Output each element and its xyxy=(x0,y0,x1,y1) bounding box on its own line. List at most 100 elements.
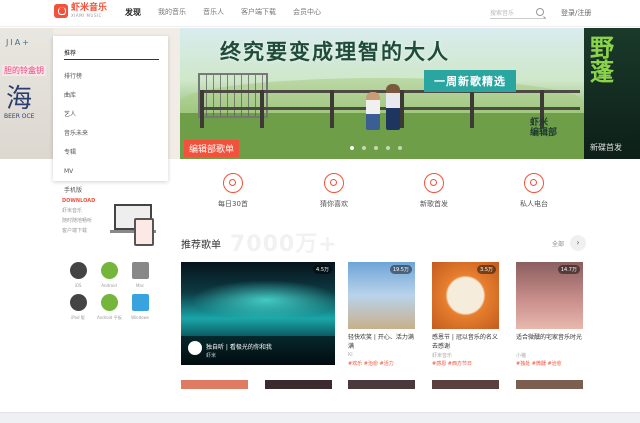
banner-next-title: 野 蓬 xyxy=(590,33,614,86)
play-count: 19.5万 xyxy=(389,265,412,274)
playlist-cover: 19.5万 xyxy=(348,262,415,329)
carousel-dot[interactable] xyxy=(362,146,366,150)
banner-prev-en: JIA+ xyxy=(6,38,31,47)
playlist-title: 适合微醺的宅家音乐时光 xyxy=(516,334,583,341)
view-all-link[interactable]: 全部 xyxy=(552,239,564,248)
nav-vip[interactable]: 会员中心 xyxy=(293,7,321,18)
daily-icon xyxy=(223,173,243,193)
top-header: 虾米音乐 XIAMI MUSIC 发现 我的音乐 音乐人 客户端下载 会员中心 … xyxy=(0,0,640,27)
nav-artists[interactable]: 音乐人 xyxy=(203,7,224,18)
banner-next-subtitle: 新碟首发 xyxy=(590,143,622,152)
menu-item-mv[interactable]: MV xyxy=(64,162,159,181)
windows-icon xyxy=(131,294,149,311)
category-guess[interactable]: 猜你喜欢 xyxy=(308,173,360,209)
carousel-dots xyxy=(350,146,402,150)
app-name: Mac xyxy=(135,283,145,288)
banner-person xyxy=(386,84,400,130)
category-label: 每日30首 xyxy=(218,200,248,208)
menu-item-artists[interactable]: 艺人 xyxy=(64,105,159,124)
menu-item-charts[interactable]: 排行榜 xyxy=(64,67,159,86)
app-name: Windows xyxy=(131,315,149,320)
aurora-image xyxy=(191,280,335,320)
playlist-title: 感恩节 | 冠以音乐的名义去感谢 xyxy=(432,334,498,350)
app-ipad[interactable]: iPad 版 xyxy=(66,294,90,321)
discover-dropdown-menu: 推荐 排行榜 曲库 艺人 音乐未来 专辑 MV 手机版 xyxy=(53,36,168,194)
main-nav: 发现 我的音乐 音乐人 客户端下载 会员中心 xyxy=(125,7,338,18)
playlist-card[interactable]: 3.5万 感恩节 | 冠以音乐的名义去感谢 虾米音乐 #感恩 #西方节日 xyxy=(432,262,499,370)
play-count: 4.5万 xyxy=(313,265,332,274)
play-count: 14.7万 xyxy=(557,265,580,274)
banner-person xyxy=(366,92,380,130)
nav-discover[interactable]: 发现 xyxy=(125,7,141,18)
banner-prev-title: 海 xyxy=(6,84,33,114)
avatar[interactable] xyxy=(188,341,202,355)
playlist-card[interactable]: 19.5万 轻快欢笑 | 开心、活力满满 Ki #欢乐 #治愈 #活力 xyxy=(348,262,415,370)
section-title: 推荐歌单 xyxy=(181,240,221,251)
section-watermark: 7000万+ xyxy=(230,232,338,257)
banner-tag: 一周新歌精选 xyxy=(424,70,516,92)
menu-item-library[interactable]: 曲库 xyxy=(64,86,159,105)
login-link[interactable]: 登录/注册 xyxy=(561,8,591,18)
app-name: Android 平板 xyxy=(97,315,122,320)
app-ios[interactable]: iOS xyxy=(66,262,90,288)
chevron-right-icon[interactable]: › xyxy=(570,235,586,251)
category-daily[interactable]: 每日30首 xyxy=(207,173,259,209)
nav-my-music[interactable]: 我的音乐 xyxy=(158,7,186,18)
page-footer-bar xyxy=(0,412,640,423)
app-mac[interactable]: Mac xyxy=(128,262,152,288)
mac-icon xyxy=(131,262,149,279)
disc-icon xyxy=(424,173,444,193)
logo-text: 虾米音乐 xyxy=(71,3,108,13)
radio-icon xyxy=(524,173,544,193)
playlist-cover: 14.7万 xyxy=(516,262,583,329)
playlist-cover: 3.5万 xyxy=(432,262,499,329)
category-radio[interactable]: 私人电台 xyxy=(508,173,560,209)
logo-subtext: XIAMI MUSIC xyxy=(71,13,102,18)
carousel-dot[interactable] xyxy=(374,146,378,150)
playlist-card[interactable]: 14.7万 适合微醺的宅家音乐时光 小猪 #独处 #微醺 #治愈 xyxy=(516,262,583,370)
banner-prev-en-title: BEER OCE xyxy=(4,113,35,120)
banner-logo-line1: 虾米 xyxy=(530,118,549,128)
carousel-dot[interactable] xyxy=(350,146,354,150)
featured-playlist-card[interactable]: 4.5万 独自听 | 看极光的你和我 虾米 xyxy=(181,262,335,365)
banner-label[interactable]: 编辑部歌单 xyxy=(184,140,240,157)
playlist-author: 小猪 xyxy=(516,353,527,359)
category-new[interactable]: 新歌首发 xyxy=(408,173,460,209)
app-name: Android xyxy=(101,283,117,288)
nav-download[interactable]: 客户端下载 xyxy=(241,7,276,18)
featured-author: 虾米 xyxy=(206,353,217,359)
category-label: 私人电台 xyxy=(520,200,548,208)
banner-slide-current[interactable]: 终究要变成理智的大人 一周新歌精选 虾米 编辑部 编辑部歌单 xyxy=(180,28,584,159)
playlist-card-peek[interactable] xyxy=(516,380,583,389)
carousel-dot[interactable] xyxy=(386,146,390,150)
fence-post xyxy=(330,90,334,128)
menu-item-albums[interactable]: 专辑 xyxy=(64,143,159,162)
category-label: 猜你喜欢 xyxy=(320,200,348,208)
app-windows[interactable]: Windows xyxy=(128,294,152,320)
banner-slide-prev[interactable]: JIA+ 胆的铃盒钥 海 BEER OCE xyxy=(0,28,53,159)
app-android-pad[interactable]: Android 平板 xyxy=(97,294,122,321)
playlist-card-peek[interactable] xyxy=(432,380,499,389)
banner-title: 终究要变成理智的大人 xyxy=(220,39,450,64)
download-promo[interactable]: DOWNLOAD 虾米音乐 随时随地畅听 客户端下载 xyxy=(62,198,162,258)
logo[interactable]: 虾米音乐 XIAMI MUSIC xyxy=(54,4,107,18)
fence-post xyxy=(400,90,404,128)
carousel-dot[interactable] xyxy=(398,146,402,150)
playlist-card-peek[interactable] xyxy=(265,380,332,389)
banner-slide-next[interactable]: 野 蓬 新碟首发 xyxy=(584,28,640,159)
menu-item-future[interactable]: 音乐未来 xyxy=(64,124,159,143)
search-icon[interactable] xyxy=(536,8,544,16)
fence-post xyxy=(200,90,204,128)
search-input[interactable]: 搜索音乐 xyxy=(490,6,546,19)
playlist-card-peek[interactable] xyxy=(181,380,248,389)
app-android[interactable]: Android xyxy=(97,262,121,288)
apple-icon xyxy=(69,294,87,311)
playlist-tags: #欢乐 #治愈 #活力 xyxy=(348,361,394,367)
heart-icon xyxy=(324,173,344,193)
playlist-card-peek[interactable] xyxy=(348,380,415,389)
category-label: 新歌首发 xyxy=(420,200,448,208)
featured-title: 独自听 | 看极光的你和我 xyxy=(206,344,272,351)
tablet-icon xyxy=(134,218,154,246)
android-icon xyxy=(100,262,118,279)
menu-item-recommend[interactable]: 推荐 xyxy=(64,48,159,60)
